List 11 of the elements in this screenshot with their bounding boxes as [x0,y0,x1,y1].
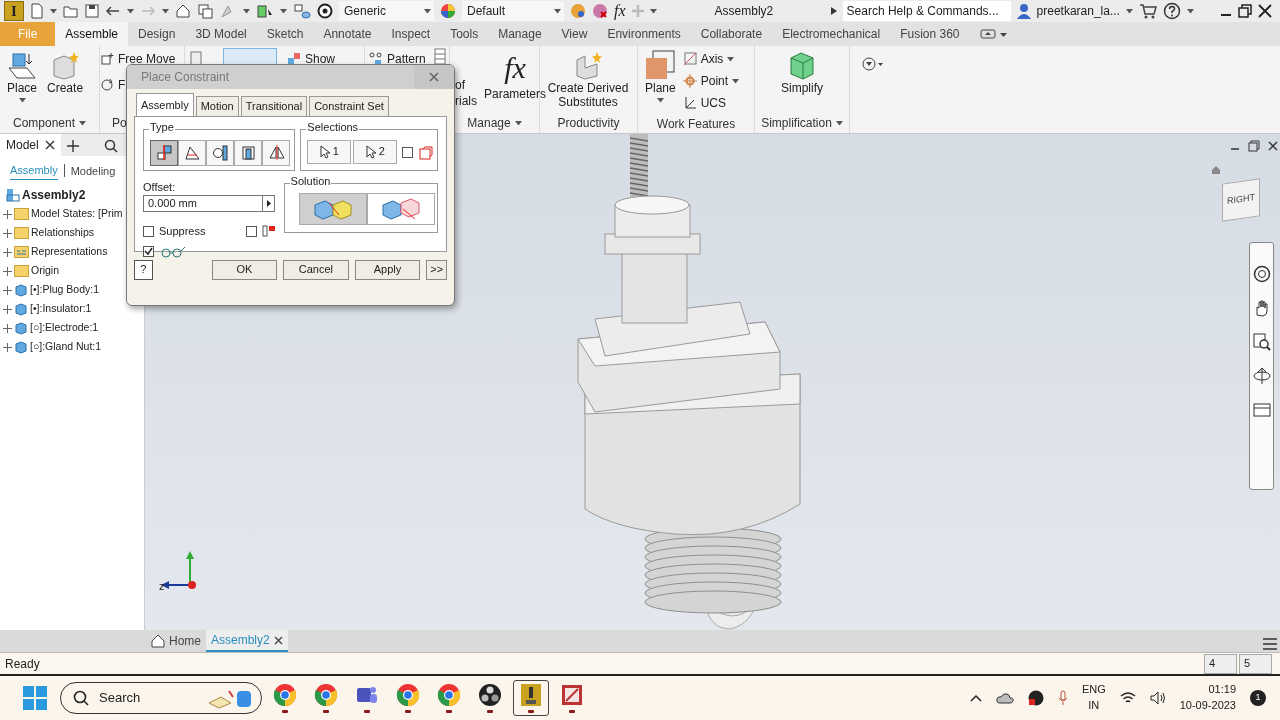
group-label: Selections [306,121,360,133]
field-label: Offset: [143,179,177,195]
axis-label: z [159,579,165,594]
checkbox-label: Suppress [159,224,206,239]
dialog-title: Place Constraint [141,69,230,86]
group-label: Solution [289,175,332,187]
group-label: Type [149,121,175,133]
status-text: Ready [5,655,40,673]
status-cell: 5 [1239,653,1272,674]
document-title: Assembly2 [714,3,775,20]
status-cell: 4 [1204,653,1237,674]
